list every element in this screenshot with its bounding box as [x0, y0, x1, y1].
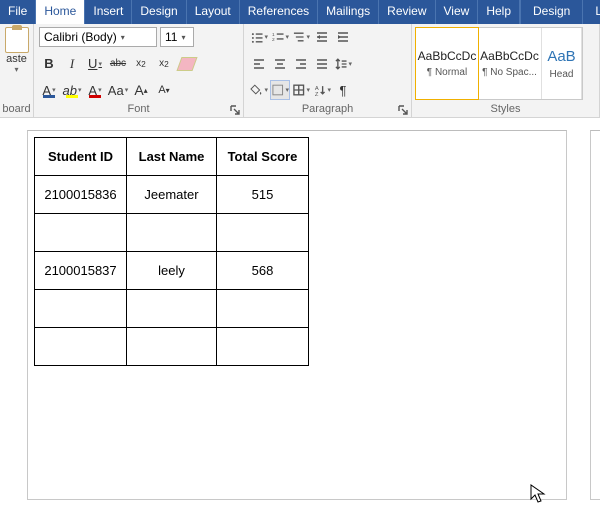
- table-row[interactable]: 2100015836Jeemater515: [35, 176, 309, 214]
- highlight-button[interactable]: ab: [62, 80, 82, 100]
- group-font: Calibri (Body) ▾ 11 ▾ B I U abc x2 x2 A ab…: [34, 24, 244, 117]
- header-student-id[interactable]: Student ID: [35, 138, 127, 176]
- style-no-spacing[interactable]: AaBbCcDc ¶ No Spac...: [478, 28, 542, 99]
- grow-font-button[interactable]: A▴: [131, 80, 151, 100]
- underline-button[interactable]: U: [85, 54, 105, 74]
- ribbon: aste ▾ board Calibri (Body) ▾ 11 ▾ B I U a…: [0, 24, 600, 118]
- tooltab-design[interactable]: Design: [520, 0, 582, 24]
- table-row[interactable]: [35, 328, 309, 366]
- group-label-font: Font: [34, 103, 243, 117]
- paste-button[interactable]: aste ▾: [3, 27, 31, 74]
- change-case-button[interactable]: Aa: [108, 80, 128, 100]
- table-row[interactable]: 2100015837leely568: [35, 252, 309, 290]
- strikethrough-button[interactable]: abc: [108, 54, 128, 74]
- tab-mailings[interactable]: Mailings: [318, 0, 379, 24]
- font-name-combo[interactable]: Calibri (Body) ▾: [39, 27, 157, 47]
- clipboard-icon: [5, 27, 29, 53]
- tab-layout[interactable]: Layout: [187, 0, 240, 24]
- tab-design[interactable]: Design: [132, 0, 186, 24]
- bold-button[interactable]: B: [39, 54, 59, 74]
- justify-button[interactable]: [312, 54, 332, 74]
- tab-view[interactable]: View: [436, 0, 479, 24]
- dialog-launcher-icon[interactable]: [398, 105, 408, 115]
- group-label-styles: Styles: [412, 103, 599, 117]
- paste-label: aste: [6, 53, 27, 65]
- sort-button[interactable]: AZ: [312, 80, 332, 100]
- group-paragraph: 12 AZ ¶ Paragraph: [244, 24, 412, 117]
- tab-file[interactable]: File: [0, 0, 36, 24]
- svg-text:2: 2: [272, 37, 275, 43]
- shading-fill-button[interactable]: [249, 80, 269, 100]
- chevron-down-icon: ▾: [121, 33, 125, 42]
- subscript-button[interactable]: x2: [131, 54, 151, 74]
- multilevel-list-button[interactable]: [291, 27, 311, 47]
- header-last-name[interactable]: Last Name: [127, 138, 217, 176]
- table-row[interactable]: [35, 214, 309, 252]
- document-area[interactable]: Student ID Last Name Total Score 2100015…: [0, 118, 600, 500]
- align-left-button[interactable]: [249, 54, 269, 74]
- superscript-button[interactable]: x2: [154, 54, 174, 74]
- group-styles: AaBbCcDc ¶ Normal AaBbCcDc ¶ No Spac... …: [412, 24, 600, 117]
- mouse-cursor-icon: [530, 484, 546, 509]
- decrease-indent-button[interactable]: [312, 27, 332, 47]
- line-spacing-button[interactable]: [333, 54, 353, 74]
- table-header-row[interactable]: Student ID Last Name Total Score: [35, 138, 309, 176]
- tab-help[interactable]: Help: [478, 0, 520, 24]
- numbering-button[interactable]: 12: [270, 27, 290, 47]
- font-name-value: Calibri (Body): [44, 30, 117, 44]
- chevron-down-icon: ▾: [181, 33, 185, 42]
- shrink-font-button[interactable]: A▾: [154, 80, 174, 100]
- chevron-down-icon[interactable]: ▾: [14, 65, 18, 74]
- clear-formatting-button[interactable]: [177, 54, 197, 74]
- font-color-button[interactable]: A: [85, 80, 105, 100]
- svg-text:Z: Z: [315, 92, 319, 97]
- tooltab-layout[interactable]: Layout: [582, 0, 600, 24]
- eraser-icon: [176, 57, 197, 71]
- align-right-button[interactable]: [291, 54, 311, 74]
- shading-color-button[interactable]: [270, 80, 290, 100]
- dialog-launcher-icon[interactable]: [230, 105, 240, 115]
- borders-button[interactable]: [291, 80, 311, 100]
- menu-bar: File Home Insert Design Layout Reference…: [0, 0, 600, 24]
- tab-references[interactable]: References: [240, 0, 318, 24]
- page[interactable]: Student ID Last Name Total Score 2100015…: [27, 130, 567, 500]
- font-size-value: 11: [165, 30, 177, 44]
- page-next[interactable]: [590, 130, 600, 500]
- styles-gallery[interactable]: AaBbCcDc ¶ Normal AaBbCcDc ¶ No Spac... …: [415, 27, 583, 100]
- group-label-clipboard: board: [0, 103, 33, 117]
- style-normal[interactable]: AaBbCcDc ¶ Normal: [415, 27, 479, 100]
- group-label-paragraph: Paragraph: [244, 103, 411, 117]
- style-heading[interactable]: AaB Head: [542, 28, 582, 99]
- tab-review[interactable]: Review: [379, 0, 435, 24]
- show-marks-button[interactable]: ¶: [333, 80, 353, 100]
- italic-button[interactable]: I: [62, 54, 82, 74]
- header-total-score[interactable]: Total Score: [217, 138, 309, 176]
- table-row[interactable]: [35, 290, 309, 328]
- tab-insert[interactable]: Insert: [85, 0, 132, 24]
- increase-indent-button[interactable]: [333, 27, 353, 47]
- text-effects-button[interactable]: A: [39, 80, 59, 100]
- bullets-button[interactable]: [249, 27, 269, 47]
- font-size-combo[interactable]: 11 ▾: [160, 27, 194, 47]
- tab-home[interactable]: Home: [36, 0, 85, 24]
- group-clipboard: aste ▾ board: [0, 24, 34, 117]
- align-center-button[interactable]: [270, 54, 290, 74]
- student-table[interactable]: Student ID Last Name Total Score 2100015…: [34, 137, 309, 366]
